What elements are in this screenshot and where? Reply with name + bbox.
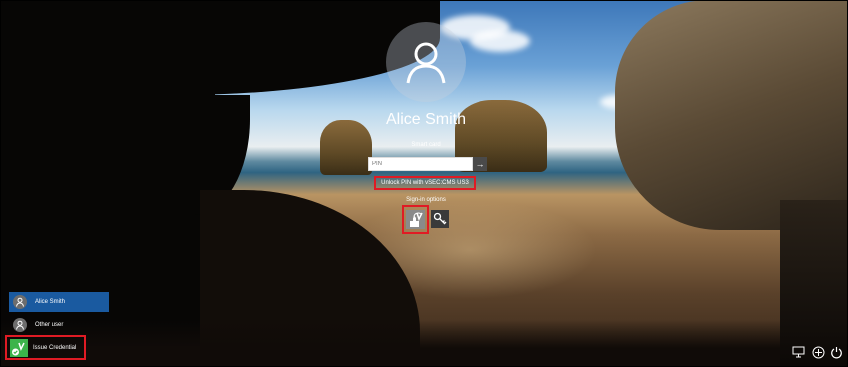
power-icon (830, 346, 842, 358)
issue-credential-item[interactable]: Issue Credential (5, 335, 86, 360)
arrow-right-icon: → (475, 159, 485, 169)
user-list-item-label: Alice Smith (35, 299, 66, 305)
user-list: Alice Smith Other user (9, 292, 109, 338)
pin-field-group: → (368, 157, 487, 171)
background-cave (780, 200, 848, 367)
sign-in-options-label: Sign-in options (406, 197, 446, 203)
background-cloud (470, 30, 530, 52)
username-label: Alice Smith (385, 111, 467, 128)
user-avatar (386, 22, 466, 102)
user-list-item-label: Other user (35, 322, 64, 328)
user-icon (406, 42, 446, 84)
smart-card-label: Smart card (411, 142, 441, 148)
ease-of-access-button[interactable] (811, 345, 825, 359)
background-shadow (0, 320, 848, 367)
user-list-item[interactable]: Other user (9, 315, 109, 335)
user-icon (13, 318, 27, 332)
unlock-pin-link[interactable]: Unlock PIN with vSEC:CMS US3 (374, 176, 476, 190)
lock-screen: Alice Smith Smart card → Unlock PIN with… (0, 0, 848, 367)
submit-button[interactable]: → (473, 157, 487, 171)
smart-card-option-button[interactable] (402, 205, 429, 234)
power-button[interactable] (829, 345, 843, 359)
user-icon (13, 295, 27, 309)
key-option-button[interactable] (431, 210, 449, 228)
network-button[interactable] (791, 345, 805, 359)
ease-of-access-icon (812, 346, 824, 358)
pin-input[interactable] (368, 157, 473, 171)
network-icon (792, 346, 804, 358)
smart-card-credential-icon (406, 210, 425, 229)
credential-check-icon (10, 338, 28, 357)
issue-credential-label: Issue Credential (33, 344, 77, 351)
user-list-item[interactable]: Alice Smith (9, 292, 109, 312)
key-icon (433, 212, 447, 225)
background-cliff (615, 0, 848, 230)
